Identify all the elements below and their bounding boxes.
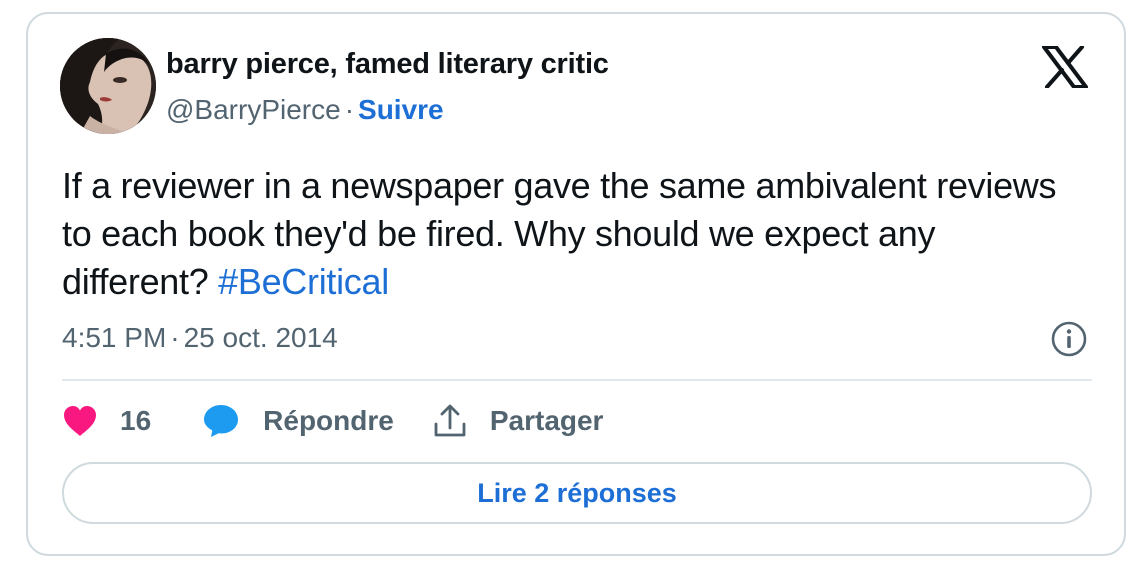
reply-button[interactable]: Répondre [203,404,394,438]
author-handle-row: @BarryPierce · Suivre [166,94,444,126]
like-count: 16 [120,405,152,436]
action-bar: 16 Répondre Partager [62,398,603,444]
tweet-body: If a reviewer in a newspaper gave the sa… [62,165,1057,302]
author-display-name[interactable]: barry pierce, famed literary critic [166,48,609,81]
tweet-date: 25 oct. 2014 [183,322,338,353]
separator-dot: · [344,94,355,125]
tweet-card: barry pierce, famed literary critic @Bar… [26,12,1126,556]
author-handle[interactable]: @BarryPierce [166,94,341,125]
share-upload-icon [434,404,466,437]
read-replies-button[interactable]: Lire 2 réponses [62,462,1092,524]
follow-button[interactable]: Suivre [358,94,444,125]
hashtag-link[interactable]: #BeCritical [218,261,389,302]
info-icon[interactable] [1050,320,1088,358]
like-button[interactable]: 16 [62,405,151,437]
tweet-timestamp[interactable]: 4:51 PM · 25 oct. 2014 [62,322,338,354]
separator-dot: · [170,322,180,353]
speech-bubble-icon [204,405,239,437]
avatar[interactable] [60,38,156,134]
tweet-time: 4:51 PM [62,322,167,353]
tweet-text: If a reviewer in a newspaper gave the sa… [62,162,1062,306]
share-label: Partager [489,405,604,436]
heart-icon [64,406,96,436]
share-button[interactable]: Partager [434,404,604,438]
reply-label: Répondre [263,405,394,436]
x-logo-icon[interactable] [1042,45,1088,89]
divider [62,379,1092,381]
